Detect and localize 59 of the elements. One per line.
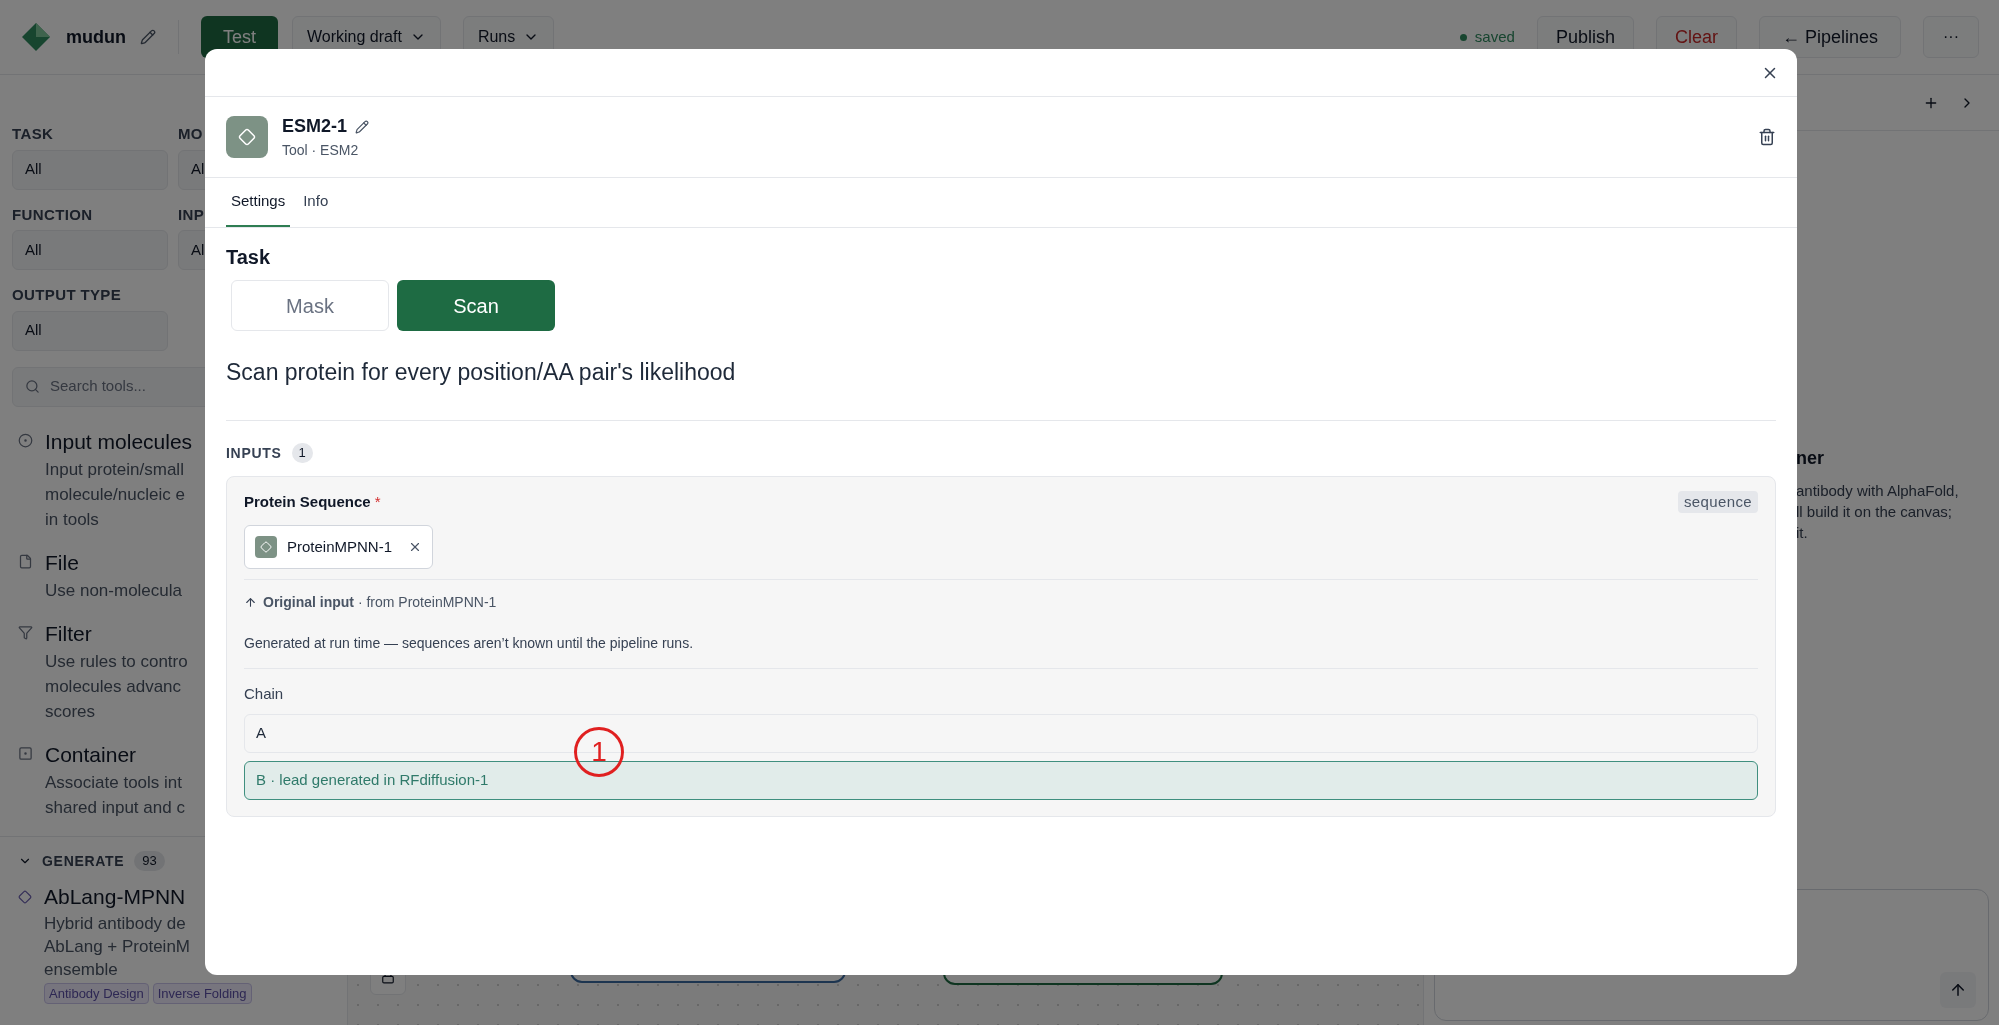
file-icon [18,553,33,569]
search-icon [25,379,40,394]
more-button[interactable]: ··· [1923,16,1979,58]
filter-select[interactable]: All [12,230,168,270]
field-label: Chain [244,684,285,704]
source-chip[interactable]: ProteinMPNN-1 [244,525,434,569]
tool-description: Use rules to contro molecules advanc scores [45,650,188,723]
filter-label: OUTPUT TYPE [12,285,122,305]
node-title: ESM2-1 [282,115,348,138]
filter-select[interactable]: All [12,310,168,351]
type-tag: sequence [1677,490,1758,513]
task-option[interactable]: Mask [231,280,389,331]
tool-title[interactable]: Input molecules [45,426,193,457]
filter-label: INP [178,204,205,225]
section-title: Task [226,245,272,270]
filter-label: FUNCTION [12,204,93,225]
origin-text: Original input · from ProteinMPNN-1 [263,593,497,612]
logo-icon [20,21,52,53]
panel-text: antibody with AlphaFold, ll build it on the canvas; it. [1796,481,1960,543]
chain-option[interactable]: B · lead generated in RFdiffusion-1 [244,760,1758,800]
filter-label: MO [178,124,203,144]
radio-icon [18,432,33,448]
tool-icon [226,116,268,158]
tool-title[interactable]: Container [45,739,185,770]
edit-icon[interactable] [355,119,370,134]
required-mark: * [374,491,381,512]
tool-description: Associate tools int shared input and c [45,771,185,819]
tag: Inverse Folding [152,982,252,1004]
section-title: INPUTS [226,443,282,463]
section-title: GENERATE [42,851,125,871]
tool-title[interactable]: Filter [45,618,188,649]
tab[interactable]: Info [298,178,334,227]
app-name: mudun [66,25,126,49]
panel-heading: ner [1796,447,1825,470]
diamond-icon [18,889,32,904]
tab[interactable]: Settings [226,178,291,227]
task-option[interactable]: Scan [397,280,555,331]
tool-description: Hybrid antibody de AbLang + ProteinM ensemble [44,912,191,981]
filter-icon [18,624,33,640]
node-subtitle: Tool · ESM2 [282,141,360,160]
send-button[interactable] [1940,972,1976,1008]
note-text: Generated at run time — sequences aren’t known until the pipeline runs. [244,634,695,653]
tag: Antibody Design [44,982,149,1004]
input-name: Protein Sequence [244,491,371,512]
edit-icon[interactable] [140,29,156,45]
filter-label: TASK [12,124,54,144]
count-badge: 1 [291,443,313,463]
tool-icon [255,536,277,558]
pipelines-button[interactable]: ← Pipelines [1758,16,1901,58]
delete-icon[interactable] [1758,128,1776,146]
tool-title[interactable]: File [45,547,182,578]
arrow-up-icon [244,596,257,609]
tool-description: Input protein/small molecule/nucleic e in tools [45,458,186,531]
container-icon [18,745,33,761]
callout-marker: 1 [574,727,624,777]
save-status: saved [1474,26,1515,47]
tool-description: Use non-molecula [45,579,182,602]
filter-select[interactable]: All [12,149,168,190]
count-badge: 93 [134,851,165,871]
